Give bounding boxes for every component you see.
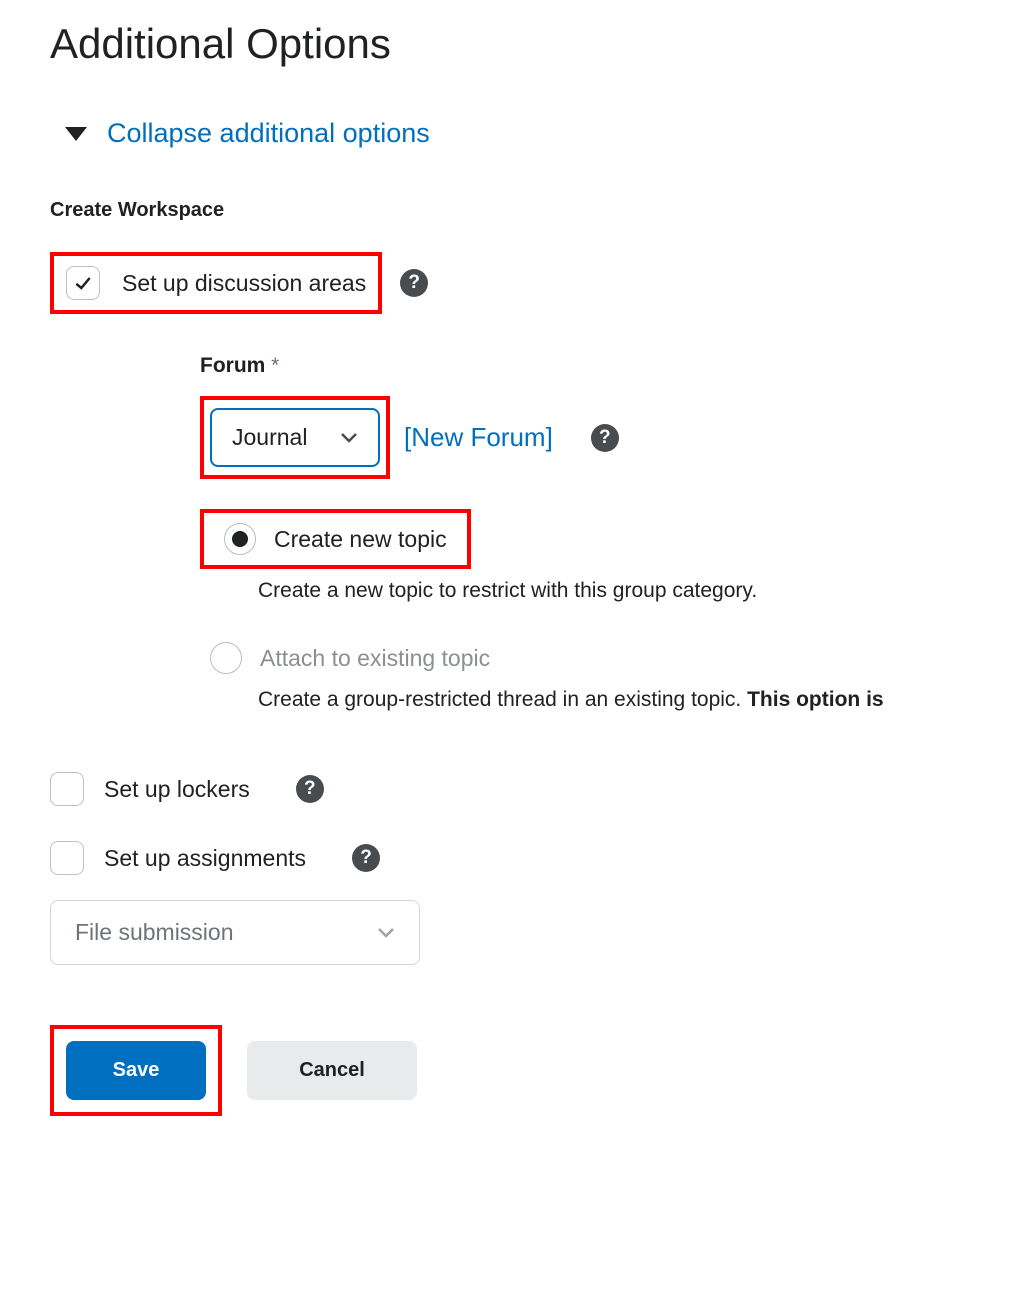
discussion-areas-checkbox[interactable] [66,266,100,300]
create-new-topic-radio[interactable] [224,523,256,555]
highlight-create-topic: Create new topic [200,509,471,569]
help-icon[interactable]: ? [400,269,428,297]
collapse-link[interactable]: Collapse additional options [107,118,430,149]
assignment-type-value: File submission [75,919,234,946]
assignments-label: Set up assignments [104,845,306,872]
forum-dropdown-value: Journal [232,424,307,451]
attach-existing-topic-desc: Create a group-restricted thread in an e… [258,688,984,712]
highlight-forum-dropdown: Journal [200,396,390,479]
attach-existing-topic-label: Attach to existing topic [260,645,490,672]
help-icon[interactable]: ? [591,424,619,452]
save-button[interactable]: Save [66,1041,206,1100]
forum-label: Forum * [200,354,984,378]
forum-section: Forum * Journal [New Forum] ? Create new… [200,354,984,712]
lockers-checkbox[interactable] [50,772,84,806]
assignment-type-dropdown[interactable]: File submission [50,900,420,965]
help-icon[interactable]: ? [296,775,324,803]
create-workspace-label: Create Workspace [50,199,984,222]
chevron-down-icon [377,927,395,939]
new-forum-link[interactable]: [New Forum] [404,422,553,453]
lockers-label: Set up lockers [104,776,250,803]
chevron-down-icon [340,432,358,444]
create-new-topic-desc: Create a new topic to restrict with this… [258,579,984,603]
button-row: Save Cancel [50,1025,984,1116]
assignments-checkbox[interactable] [50,841,84,875]
collapse-toggle-row[interactable]: Collapse additional options [50,118,984,149]
chevron-down-icon [65,127,87,141]
discussion-areas-label: Set up discussion areas [122,270,366,297]
cancel-button[interactable]: Cancel [247,1041,417,1100]
highlight-discussion-areas: Set up discussion areas [50,252,382,314]
forum-dropdown[interactable]: Journal [210,408,380,467]
create-new-topic-label: Create new topic [274,526,447,553]
help-icon[interactable]: ? [352,844,380,872]
page-title: Additional Options [50,20,984,68]
attach-existing-topic-radio[interactable] [210,642,242,674]
highlight-save-button: Save [50,1025,222,1116]
